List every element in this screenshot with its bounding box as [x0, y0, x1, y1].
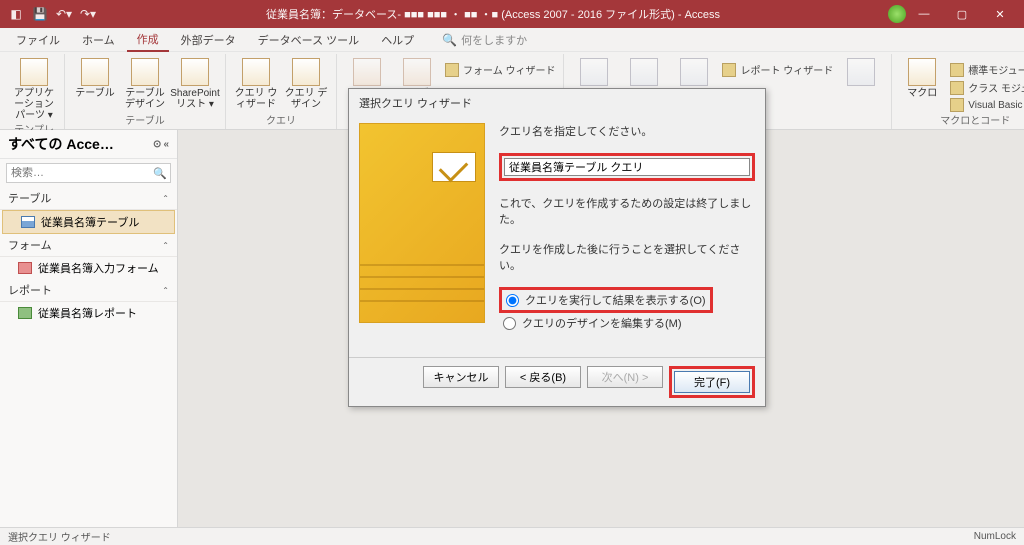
title-bar: ◧ 💾 ↶▾ ↷▾ 従業員名簿：データベース- ■■■ ■■■ ・ ■■ ・■ …	[0, 0, 1024, 28]
option-run-highlight: クエリを実行して結果を表示する(O)	[499, 287, 713, 313]
query-wizard-button[interactable]: クエリ ウィザード	[234, 58, 278, 110]
status-numlock: NumLock	[974, 531, 1016, 542]
table-design-button[interactable]: テーブル デザイン	[123, 58, 167, 110]
wizard-illustration	[359, 123, 485, 323]
status-left: 選択クエリ ウィザード	[8, 529, 111, 544]
query-name-input[interactable]	[504, 158, 750, 176]
group-templates: アプリケーション パーツ ▾ テンプレート	[4, 54, 65, 129]
class-module-button[interactable]: クラス モジュール	[950, 80, 1024, 95]
sharepoint-lists-button[interactable]: SharePoint リスト ▾	[173, 58, 217, 110]
access-app-icon: ◧	[6, 4, 26, 24]
query-wizard-dialog: 選択クエリ ウィザード クエリ名を指定してください。 これで、クエリを作成するた…	[348, 88, 766, 407]
nav-header-label: すべての Acce…	[8, 134, 114, 154]
status-bar: 選択クエリ ウィザード NumLock	[0, 527, 1024, 545]
tell-me-placeholder: 何をしますか	[461, 32, 527, 48]
group-label-macros: マクロとコード	[900, 112, 1024, 129]
option-design-label: クエリのデザインを編集する(M)	[522, 315, 682, 331]
nav-dropdown-icon[interactable]: ⊙	[153, 139, 161, 150]
wizard-choose-message: クエリを作成した後に行うことを選択してください。	[499, 241, 755, 273]
nav-header[interactable]: すべての Acce… ⊙«	[0, 130, 177, 159]
query-name-prompt: クエリ名を指定してください。	[499, 123, 755, 139]
nav-category-tables[interactable]: テーブル⌃	[0, 187, 177, 210]
close-button[interactable]: ✕	[982, 0, 1018, 28]
group-macros: マクロ 標準モジュール クラス モジュール Visual Basic マクロとコ…	[892, 54, 1024, 129]
search-icon: 🔍	[153, 167, 167, 180]
undo-icon[interactable]: ↶▾	[54, 4, 74, 24]
option-run-label: クエリを実行して結果を表示する(O)	[525, 292, 706, 308]
nav-collapse-icon[interactable]: «	[163, 139, 169, 150]
navigation-pane: すべての Acce… ⊙« 🔍 テーブル⌃ 従業員名簿テーブル フォーム⌃ 従業…	[0, 130, 178, 527]
search-icon: 🔍	[442, 33, 457, 47]
tab-help[interactable]: ヘルプ	[371, 29, 424, 51]
report-button[interactable]	[572, 58, 616, 88]
report-icon	[18, 307, 32, 319]
ribbon-tabs: ファイル ホーム 作成 外部データ データベース ツール ヘルプ 🔍 何をします…	[0, 28, 1024, 52]
blank-report-button[interactable]	[672, 58, 716, 88]
user-avatar-icon[interactable]	[888, 5, 906, 23]
window-controls: — ▢ ✕	[906, 0, 1018, 28]
wizard-title: 選択クエリ ウィザード	[349, 89, 765, 117]
module-button[interactable]: 標準モジュール	[950, 62, 1024, 77]
save-icon[interactable]: 💾	[30, 4, 50, 24]
cancel-button[interactable]: キャンセル	[423, 366, 499, 388]
app-parts-button[interactable]: アプリケーション パーツ ▾	[12, 58, 56, 121]
nav-item-report[interactable]: 従業員名簿レポート	[0, 302, 177, 324]
labels-button[interactable]	[839, 58, 883, 88]
maximize-button[interactable]: ▢	[944, 0, 980, 28]
group-tables: テーブル テーブル デザイン SharePoint リスト ▾ テーブル	[65, 54, 226, 129]
form-icon	[18, 262, 32, 274]
table-icon	[21, 216, 35, 228]
finish-button[interactable]: 完了(F)	[674, 371, 750, 393]
visual-basic-button[interactable]: Visual Basic	[950, 98, 1024, 112]
window-title: 従業員名簿：データベース- ■■■ ■■■ ・ ■■ ・■ (Access 20…	[98, 6, 888, 22]
tab-file[interactable]: ファイル	[6, 29, 70, 51]
redo-icon[interactable]: ↷▾	[78, 4, 98, 24]
option-run-radio[interactable]	[506, 294, 519, 307]
tab-home[interactable]: ホーム	[72, 29, 125, 51]
nav-item-form[interactable]: 従業員名簿入力フォーム	[0, 257, 177, 279]
tell-me-search[interactable]: 🔍 何をしますか	[442, 32, 527, 48]
next-button: 次へ(N) >	[587, 366, 663, 388]
option-design-radio[interactable]	[503, 317, 516, 330]
wizard-done-message: これで、クエリを作成するための設定は終了しました。	[499, 195, 755, 227]
tab-database-tools[interactable]: データベース ツール	[248, 29, 370, 51]
checkmark-icon	[432, 152, 476, 182]
group-label-tables: テーブル	[73, 112, 217, 129]
report-wizard-button[interactable]: レポート ウィザード	[722, 62, 833, 77]
nav-search-input[interactable]	[11, 167, 153, 179]
group-queries: クエリ ウィザード クエリ デザイン クエリ	[226, 54, 337, 129]
finish-highlight: 完了(F)	[669, 366, 755, 398]
minimize-button[interactable]: —	[906, 0, 942, 28]
query-name-highlight	[499, 153, 755, 181]
nav-category-forms[interactable]: フォーム⌃	[0, 234, 177, 257]
back-button[interactable]: < 戻る(B)	[505, 366, 581, 388]
nav-search[interactable]: 🔍	[6, 163, 171, 183]
report-design-button[interactable]	[622, 58, 666, 88]
tab-external-data[interactable]: 外部データ	[171, 29, 246, 51]
group-label-queries: クエリ	[234, 112, 328, 129]
macro-button[interactable]: マクロ	[900, 58, 944, 99]
form-wizard-button[interactable]: フォーム ウィザード	[445, 62, 555, 77]
table-button[interactable]: テーブル	[73, 58, 117, 99]
quick-access-toolbar: ◧ 💾 ↶▾ ↷▾	[6, 4, 98, 24]
wizard-footer: キャンセル < 戻る(B) 次へ(N) > 完了(F)	[349, 357, 765, 406]
query-design-button[interactable]: クエリ デザイン	[284, 58, 328, 110]
nav-category-reports[interactable]: レポート⌃	[0, 279, 177, 302]
nav-item-table[interactable]: 従業員名簿テーブル	[2, 210, 175, 234]
tab-create[interactable]: 作成	[127, 28, 169, 52]
